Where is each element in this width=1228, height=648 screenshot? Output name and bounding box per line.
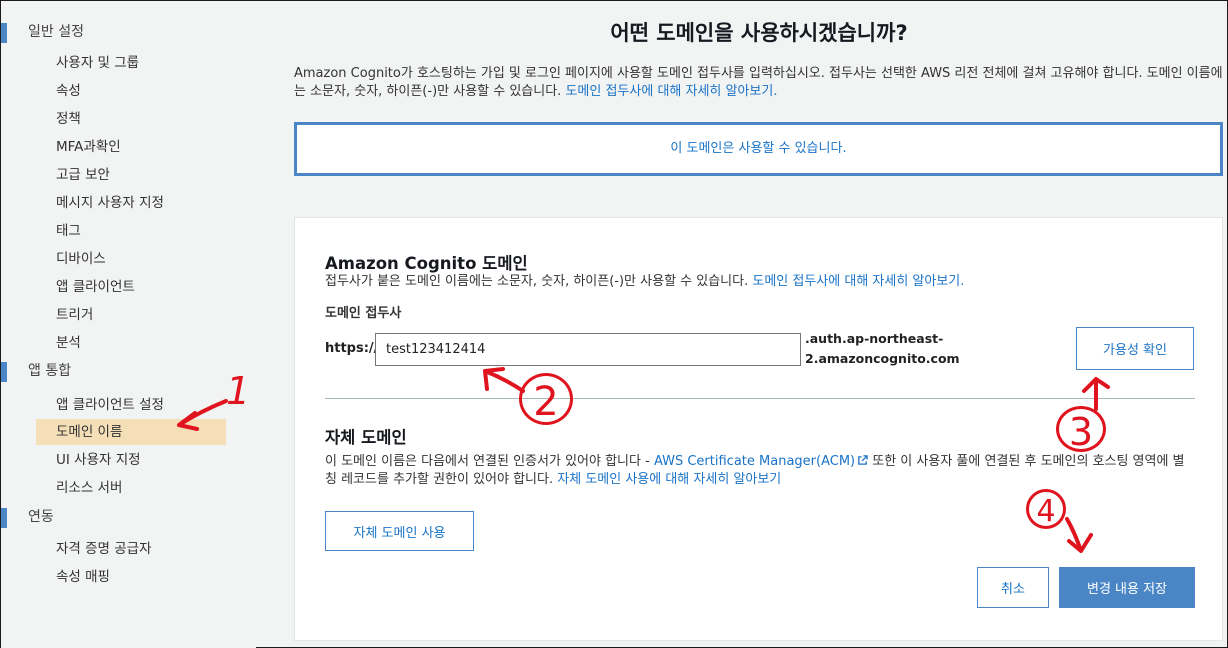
sidebar-item-identity-providers[interactable]: 자격 증명 공급자 [36,536,226,562]
sidebar-item-resource-servers[interactable]: 리소스 서버 [36,475,226,501]
annotation-2-label: 2 [519,373,573,425]
domain-suffix: .auth.ap-northeast- 2.amazoncognito.com [805,329,965,369]
domain-suffix-line1: .auth.ap-northeast- [805,331,944,346]
domain-protocol-prefix: https:// [325,341,379,356]
sidebar-item-users-groups[interactable]: 사용자 및 그룹 [36,50,226,76]
annotation-4-label: 4 [1026,489,1066,529]
sidebar-item-tags[interactable]: 태그 [36,218,226,244]
sidebar-item-advanced-security[interactable]: 고급 보안 [36,162,226,188]
sidebar-item-message-customization[interactable]: 메시지 사용자 지정 [36,190,226,216]
sidebar-item-app-client-settings[interactable]: 앱 클라이언트 설정 [36,392,226,418]
section-marker [1,23,7,43]
sidebar-item-mfa[interactable]: MFA과확인 [36,134,226,160]
cognito-domain-help-text: 접두사가 붙은 도메인 이름에는 소문자, 숫자, 하이픈(-)만 사용할 수 … [325,274,749,289]
sidebar-item-policies[interactable]: 정책 [36,106,226,132]
domain-suffix-line2: 2.amazoncognito.com [805,351,960,366]
page-description: Amazon Cognito가 호스팅하는 가입 및 로그인 페이지에 사용할 … [294,65,1224,101]
check-availability-button[interactable]: 가용성 확인 [1076,327,1194,370]
use-custom-domain-button[interactable]: 자체 도메인 사용 [325,511,474,551]
domain-prefix-input[interactable] [375,333,801,366]
cognito-domain-heading: Amazon Cognito 도메인 [325,254,528,273]
page-title: 어떤 도메인을 사용하시겠습니까? [610,21,908,45]
external-link-icon [858,455,868,465]
learn-domain-prefix-link[interactable]: 도메인 접두사에 대해 자세히 알아보기. [565,84,777,99]
sidebar-item-devices[interactable]: 디바이스 [36,246,226,272]
cognito-domain-learn-link[interactable]: 도메인 접두사에 대해 자세히 알아보기. [752,274,964,289]
sidebar-section-app-integration: 앱 통합 [1,360,221,382]
section-label: 앱 통합 [28,363,72,379]
annotation-1-label: 1 [226,369,251,413]
sidebar-item-domain-name[interactable]: 도메인 이름 [36,419,226,445]
custom-domain-learn-link[interactable]: 자체 도메인 사용에 대해 자세히 알아보기 [557,472,781,487]
sidebar-section-federation: 연동 [1,506,221,528]
main-content: 어떤 도메인을 사용하시겠습니까? Amazon Cognito가 호스팅하는 … [294,1,1224,648]
section-marker [1,362,7,382]
sidebar-item-analytics[interactable]: 분석 [36,330,226,356]
save-changes-button[interactable]: 변경 내용 저장 [1059,567,1195,608]
sidebar-item-triggers[interactable]: 트리거 [36,302,226,328]
acm-link-text[interactable]: AWS Certificate Manager(ACM) [654,454,855,469]
availability-message: 이 도메인은 사용할 수 있습니다. [670,141,847,156]
sidebar-section-general: 일반 설정 [1,21,221,43]
section-marker [1,508,7,528]
domain-prefix-label: 도메인 접두사 [325,306,402,321]
section-divider [325,398,1195,399]
section-label: 연동 [28,509,54,525]
availability-alert: 이 도메인은 사용할 수 있습니다. [294,122,1223,176]
sidebar-item-attribute-mapping[interactable]: 속성 매핑 [36,564,226,590]
sidebar-item-app-clients[interactable]: 앱 클라이언트 [36,274,226,300]
custom-domain-help: 이 도메인 이름은 다음에서 연결된 인증서가 있어야 합니다 - AWS Ce… [325,453,1195,489]
annotation-3-label: 3 [1056,406,1106,454]
sidebar-item-ui-customization[interactable]: UI 사용자 지정 [36,447,226,473]
cancel-button[interactable]: 취소 [977,567,1049,608]
custom-domain-text-before: 이 도메인 이름은 다음에서 연결된 인증서가 있어야 합니다 - [325,454,650,469]
cognito-domain-help: 접두사가 붙은 도메인 이름에는 소문자, 숫자, 하이픈(-)만 사용할 수 … [325,273,1185,291]
acm-link[interactable]: AWS Certificate Manager(ACM) [654,454,868,469]
custom-domain-heading: 자체 도메인 [325,428,407,447]
section-label: 일반 설정 [28,24,84,40]
sidebar: 일반 설정 사용자 및 그룹 속성 정책 MFA과확인 고급 보안 메시지 사용… [1,1,256,648]
sidebar-item-attributes[interactable]: 속성 [36,78,226,104]
